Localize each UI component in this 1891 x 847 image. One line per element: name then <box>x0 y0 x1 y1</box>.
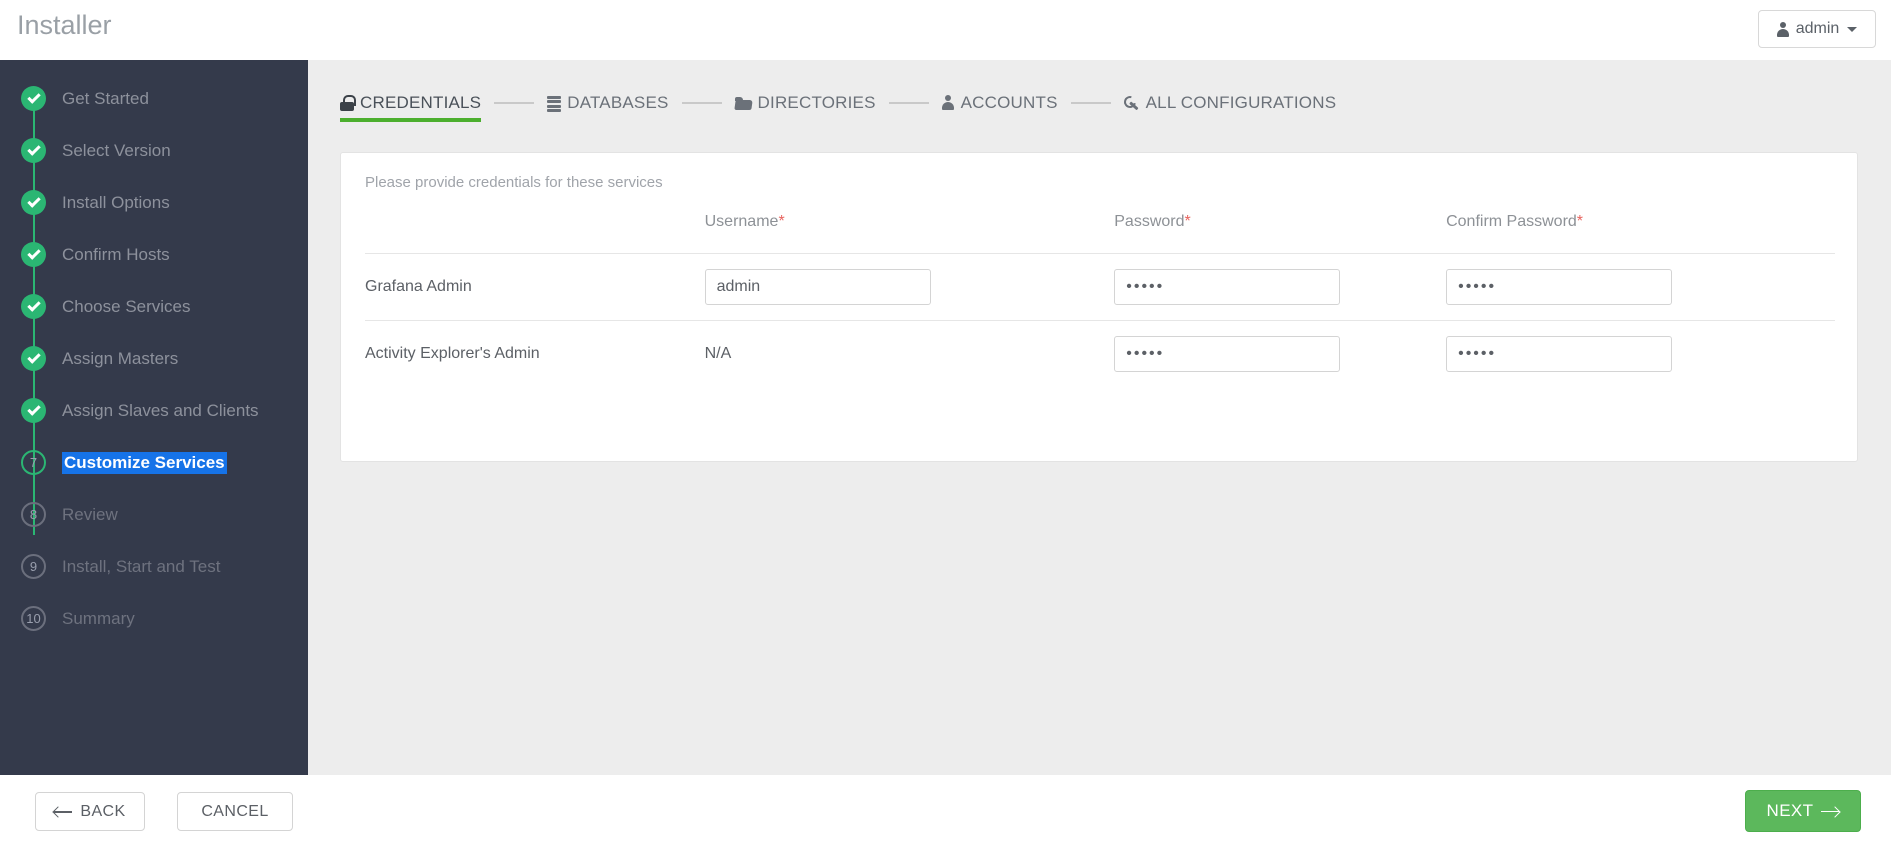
sidebar-item-label: Install, Start and Test <box>62 557 220 577</box>
sidebar-item-label: Get Started <box>62 89 149 109</box>
step-number: 7 <box>30 456 37 469</box>
sidebar-item-label: Install Options <box>62 193 170 213</box>
back-button[interactable]: BACK <box>35 792 145 831</box>
column-label: Username <box>705 213 779 230</box>
step-number-badge: 7 <box>21 450 46 475</box>
service-name: Grafana Admin <box>365 278 472 295</box>
credentials-table: Username* Password* Confirm Password* Gr <box>365 213 1835 388</box>
tab-divider <box>682 102 722 104</box>
step-number: 10 <box>26 612 40 625</box>
grafana-username-input[interactable] <box>705 269 931 305</box>
tab-label: ACCOUNTS <box>961 93 1058 113</box>
step-check-icon <box>21 294 46 319</box>
sidebar-item-summary[interactable]: 10 Summary <box>0 587 308 650</box>
cancel-button-label: CANCEL <box>201 803 268 821</box>
column-label: Password <box>1114 213 1184 230</box>
username-not-applicable: N/A <box>705 345 732 362</box>
sidebar-item-label: Confirm Hosts <box>62 245 170 265</box>
tab-credentials[interactable]: CREDENTIALS <box>340 93 481 122</box>
sidebar-item-label: Select Version <box>62 141 171 161</box>
user-menu-button[interactable]: admin <box>1758 10 1876 48</box>
installer-page: Installer admin Get Started Select Versi… <box>0 0 1891 847</box>
step-check-icon <box>21 346 46 371</box>
step-number-badge: 10 <box>21 606 46 631</box>
step-number-badge: 9 <box>21 554 46 579</box>
required-marker: * <box>1577 213 1583 230</box>
chevron-down-icon <box>1847 27 1857 32</box>
required-marker: * <box>1185 213 1191 230</box>
table-header: Username* Password* Confirm Password* <box>365 213 1835 254</box>
cell-username: N/A <box>705 321 1115 388</box>
step-number: 8 <box>30 508 37 521</box>
sidebar-item-label: Assign Masters <box>62 349 178 369</box>
wrench-icon <box>1124 95 1140 111</box>
cancel-button[interactable]: CANCEL <box>177 792 293 831</box>
sidebar-item-label: Review <box>62 505 118 525</box>
tab-divider <box>889 102 929 104</box>
column-header-username: Username* <box>705 213 1115 254</box>
table-row: Activity Explorer's Admin N/A <box>365 321 1835 388</box>
config-tab-bar: CREDENTIALS DATABASES DIRECTORIES ACCOUN… <box>340 87 1336 127</box>
step-check-icon <box>21 398 46 423</box>
cell-confirm-password <box>1446 321 1835 388</box>
tab-databases[interactable]: DATABASES <box>547 93 668 122</box>
cell-password <box>1114 254 1446 321</box>
cell-service-name: Activity Explorer's Admin <box>365 321 705 388</box>
tab-all-configurations[interactable]: ALL CONFIGURATIONS <box>1124 93 1337 122</box>
cell-confirm-password <box>1446 254 1835 321</box>
grafana-confirm-password-input[interactable] <box>1446 269 1672 305</box>
tab-divider <box>1071 102 1111 104</box>
cell-service-name: Grafana Admin <box>365 254 705 321</box>
card-subtitle: Please provide credentials for these ser… <box>365 174 663 191</box>
step-check-icon <box>21 86 46 111</box>
page-title: Installer <box>17 5 112 45</box>
folder-icon <box>735 96 752 110</box>
cell-password <box>1114 321 1446 388</box>
activity-explorer-confirm-password-input[interactable] <box>1446 336 1672 372</box>
column-header-password: Password* <box>1114 213 1446 254</box>
tab-label: DATABASES <box>567 93 668 113</box>
arrow-right-icon <box>1821 806 1839 816</box>
user-icon <box>942 95 955 110</box>
step-check-icon <box>21 242 46 267</box>
arrow-left-icon <box>54 807 72 817</box>
wizard-sidebar: Get Started Select Version Install Optio… <box>0 60 308 775</box>
column-header-service <box>365 213 705 254</box>
step-number-badge: 8 <box>21 502 46 527</box>
grafana-password-input[interactable] <box>1114 269 1340 305</box>
credentials-card: Please provide credentials for these ser… <box>340 152 1858 462</box>
column-label: Confirm Password <box>1446 213 1577 230</box>
service-name: Activity Explorer's Admin <box>365 345 540 362</box>
next-button-label: NEXT <box>1767 801 1814 821</box>
wizard-footer: BACK CANCEL NEXT <box>0 775 1891 847</box>
person-icon <box>1777 22 1790 37</box>
table-body: Grafana Admin A <box>365 254 1835 388</box>
step-number: 9 <box>30 560 37 573</box>
step-check-icon <box>21 190 46 215</box>
tab-directories[interactable]: DIRECTORIES <box>735 93 876 122</box>
activity-explorer-password-input[interactable] <box>1114 336 1340 372</box>
main-content: CREDENTIALS DATABASES DIRECTORIES ACCOUN… <box>308 60 1891 775</box>
cell-username <box>705 254 1115 321</box>
sidebar-item-label: Summary <box>62 609 135 629</box>
tab-accounts[interactable]: ACCOUNTS <box>942 93 1058 122</box>
next-button[interactable]: NEXT <box>1745 790 1861 832</box>
database-icon <box>547 95 561 111</box>
sidebar-item-label: Choose Services <box>62 297 191 317</box>
tab-label: ALL CONFIGURATIONS <box>1146 93 1337 113</box>
tab-divider <box>494 102 534 104</box>
column-header-confirm-password: Confirm Password* <box>1446 213 1835 254</box>
sidebar-item-label: Customize Services <box>62 452 227 474</box>
tab-label: DIRECTORIES <box>758 93 876 113</box>
table-row: Grafana Admin <box>365 254 1835 321</box>
lock-icon <box>340 95 354 111</box>
back-button-label: BACK <box>80 803 125 821</box>
sidebar-item-label: Assign Slaves and Clients <box>62 401 259 421</box>
app-header: Installer admin <box>0 0 1891 60</box>
user-menu-label: admin <box>1796 20 1840 38</box>
tab-label: CREDENTIALS <box>360 93 481 113</box>
step-check-icon <box>21 138 46 163</box>
required-marker: * <box>778 213 784 230</box>
